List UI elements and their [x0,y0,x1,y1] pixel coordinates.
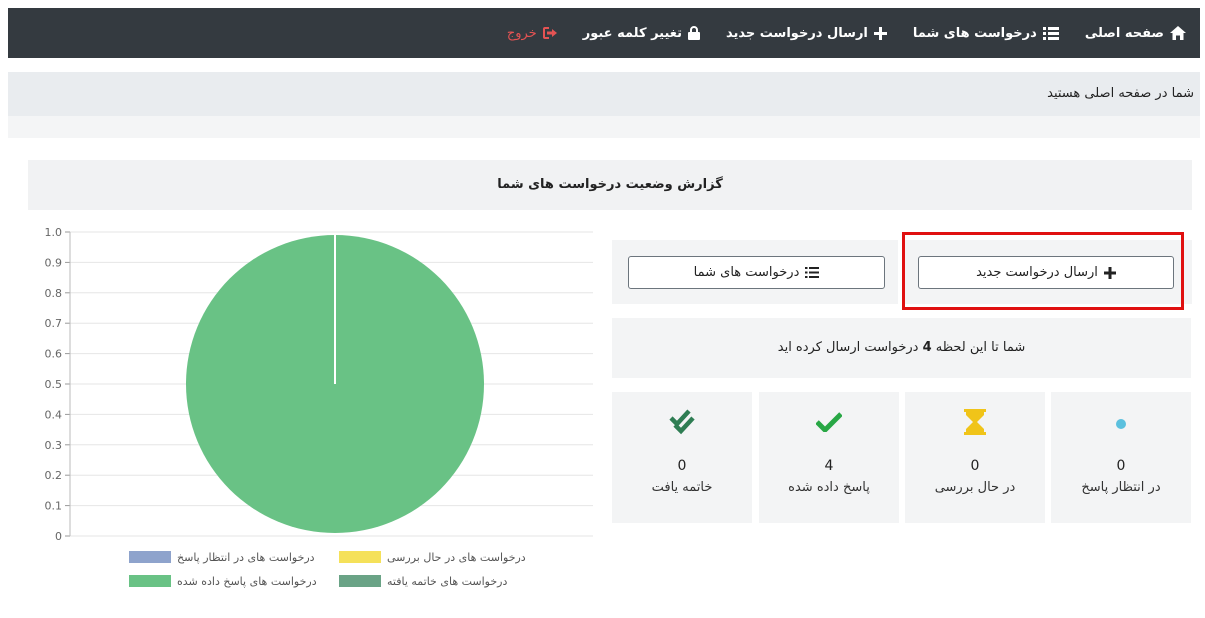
y-tick-label: 0.5 [45,378,63,391]
stat-value: 4 [824,458,834,474]
plus-icon [873,26,887,40]
my-requests-button[interactable]: درخواست های شما [628,256,885,289]
nav-logout[interactable]: خروج [507,26,557,41]
stat-waiting: 0 در انتظار پاسخ [1051,392,1191,523]
stat-value: 0 [1116,458,1126,474]
legend-label: درخواست های در حال بررسی [387,551,526,564]
y-tick-label: 0.3 [45,439,63,452]
home-icon [1170,26,1186,40]
highlight-box [902,232,1184,310]
top-navbar: صفحه اصلی درخواست های شما ارسال درخواست … [8,8,1200,58]
nav-change-password[interactable]: تغییر کلمه عبور [583,26,700,41]
nav-logout-label: خروج [506,25,537,41]
nav-home-label: صفحه اصلی [1084,25,1164,41]
nav-new-request-label: ارسال درخواست جدید [726,25,868,41]
list-icon [1042,26,1059,40]
legend-label: درخواست های در انتظار پاسخ [177,551,315,564]
sign-out-icon [542,27,557,39]
stat-label: در حال بررسی [934,480,1016,495]
breadcrumb: شما در صفحه اصلی هستید [8,72,1200,116]
stat-closed: 0 خاتمه یافت [612,392,752,523]
info-text-after: درخواست ارسال کرده اید [777,340,919,355]
y-tick-label: 0.6 [45,348,63,361]
y-tick-label: 1.0 [45,226,63,239]
legend-label: درخواست های خاتمه یافته [387,575,507,588]
content-strip [8,116,1200,138]
stat-value: 0 [677,458,687,474]
y-tick-label: 0.1 [45,500,63,513]
y-tick-label: 0 [55,530,62,543]
nav-change-password-label: تغییر کلمه عبور [582,25,682,41]
stat-answered: 4 پاسخ داده شده [759,392,899,523]
y-tick-label: 0.4 [45,408,63,421]
double-check-icon [669,409,695,439]
my-requests-button-label: درخواست های شما [693,265,800,280]
nav-new-request[interactable]: ارسال درخواست جدید [726,26,887,41]
nav-home[interactable]: صفحه اصلی [1085,26,1186,41]
hourglass-icon [964,409,986,439]
list-icon [805,267,820,278]
legend-swatch [339,551,381,563]
nav-my-requests[interactable]: درخواست های شما [913,26,1059,41]
legend-label: درخواست های پاسخ داده شده [177,575,317,588]
report-title: گزارش وضعیت درخواست های شما [28,160,1192,210]
lock-icon [688,26,700,40]
info-text-before: شما تا این لحظه [935,340,1026,355]
y-tick-label: 0.2 [45,469,63,482]
stat-label: پاسخ داده شده [788,480,870,495]
y-tick-label: 0.7 [45,317,63,330]
legend-swatch [339,575,381,587]
nav-my-requests-label: درخواست های شما [912,25,1037,41]
status-pie-chart: 0 0.1 0.2 0.3 0.4 0.5 0.6 0.7 0.8 0.9 1.0 درخواست ه… [45,226,593,588]
stat-label: خاتمه یافت [651,480,713,495]
legend-swatch [129,575,171,587]
request-count: 4 [922,340,932,355]
legend-swatch [129,551,171,563]
stat-label: در انتظار پاسخ [1081,480,1161,495]
stat-in-review: 0 در حال بررسی [905,392,1045,523]
y-tick-label: 0.8 [45,287,63,300]
stat-value: 0 [970,458,980,474]
dot-icon [1115,415,1127,434]
check-icon [815,412,843,436]
y-tick-label: 0.9 [45,256,63,269]
request-count-info: شما تا این لحظه 4 درخواست ارسال کرده اید [612,318,1191,378]
